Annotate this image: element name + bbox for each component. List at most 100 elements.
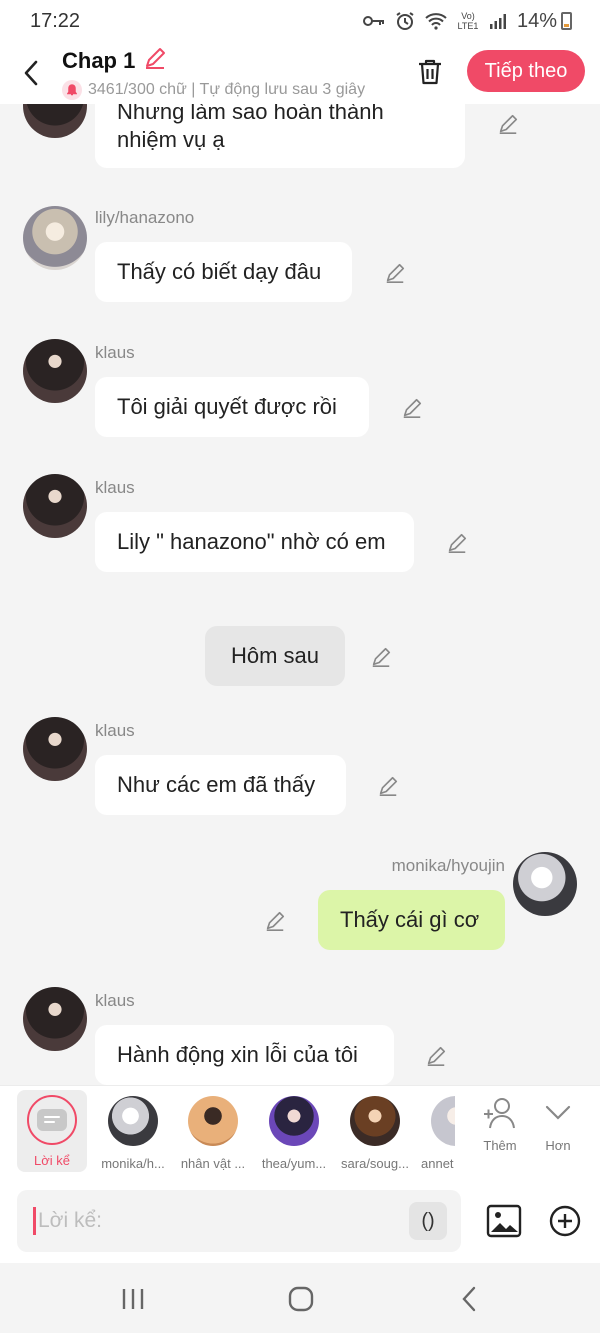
system-nav-bar <box>0 1263 600 1333</box>
chat-area[interactable]: Nhưng làm sao hoàn thành nhiệm vụ ạ lily… <box>0 104 600 1085</box>
character-item[interactable]: monika/h... <box>93 1094 173 1174</box>
message-text: Nhưng làm sao hoàn thành nhiệm vụ ạ <box>117 104 384 152</box>
add-user-icon <box>484 1098 515 1129</box>
status-time: 17:22 <box>30 9 81 32</box>
title-block: Chap 1 3461/300 chữ | Tự động lưu sau 3 … <box>62 46 392 100</box>
message-bubble[interactable]: Như các em đã thấy <box>95 755 346 815</box>
character-label: thea/yum... <box>261 1156 327 1171</box>
speaker-name: monika/hyoujin <box>391 856 505 875</box>
plus-circle-icon <box>549 1205 581 1237</box>
add-button[interactable] <box>547 1203 583 1239</box>
message-text: Thấy cái gì cơ <box>340 907 480 932</box>
next-button[interactable]: Tiếp theo <box>467 50 585 92</box>
pencil-icon[interactable] <box>496 112 520 136</box>
notification-dot-icon <box>62 80 82 100</box>
speaker-name: klaus <box>95 478 135 497</box>
add-character-button[interactable]: Thêm <box>470 1096 530 1166</box>
character-label: monika/h... <box>101 1156 165 1171</box>
avatar-klaus[interactable] <box>23 339 87 403</box>
message-bubble[interactable]: Nhưng làm sao hoàn thành nhiệm vụ ạ <box>95 104 465 168</box>
narration-icon <box>27 1095 77 1145</box>
chapter-title[interactable]: Chap 1 <box>62 48 135 74</box>
character-item[interactable]: nhân vật ... <box>173 1094 253 1174</box>
speaker-name: klaus <box>95 721 135 740</box>
more-button[interactable]: Hơn <box>528 1096 588 1166</box>
message-text: Thấy có biết dạy đâu <box>117 259 322 284</box>
chapter-subtitle: 3461/300 chữ | Tự động lưu sau 3 giây <box>88 81 366 98</box>
chevron-left-icon <box>24 60 38 86</box>
avatar-monika[interactable] <box>513 852 577 916</box>
recents-icon <box>122 1289 144 1309</box>
trash-icon <box>419 59 441 85</box>
input-placeholder: Lời kể: <box>38 1209 102 1232</box>
pencil-icon[interactable] <box>376 774 400 798</box>
alarm-icon <box>395 11 415 31</box>
message-input[interactable]: Lời kể: () <box>17 1190 461 1252</box>
edit-title-icon[interactable] <box>143 46 167 76</box>
back-button[interactable] <box>0 42 62 104</box>
avatar[interactable] <box>23 104 87 138</box>
volte-icon: Vo) LTE1 <box>457 11 479 31</box>
message-bubble[interactable]: Lily " hanazono" nhờ có em <box>95 512 414 572</box>
speaker-name: klaus <box>95 343 135 362</box>
status-bar: 17:22 Vo) LTE1 14% <box>0 0 600 42</box>
pencil-icon[interactable] <box>400 396 424 420</box>
text-cursor <box>33 1207 36 1235</box>
avatar <box>188 1096 238 1146</box>
battery-icon <box>561 12 572 30</box>
message-text: Hành động xin lỗi của tôi <box>117 1042 358 1067</box>
message-text: Tôi giải quyết được rồi <box>117 394 337 419</box>
character-item[interactable]: thea/yum... <box>254 1094 334 1174</box>
chapter-header: Chap 1 3461/300 chữ | Tự động lưu sau 3 … <box>0 42 600 104</box>
input-bar: Lời kể: () <box>0 1177 600 1263</box>
wifi-icon <box>425 12 447 30</box>
character-item[interactable]: annet <box>415 1094 455 1174</box>
image-button[interactable] <box>485 1202 523 1240</box>
signal-icon <box>489 13 507 29</box>
pencil-icon[interactable] <box>263 909 287 933</box>
battery-indicator: 14% <box>517 10 572 33</box>
message-bubble[interactable]: Tôi giải quyết được rồi <box>95 377 369 437</box>
avatar <box>431 1096 455 1146</box>
system-back-button[interactable] <box>449 1283 489 1315</box>
pencil-icon[interactable] <box>445 531 469 555</box>
home-button[interactable] <box>281 1283 321 1315</box>
pencil-icon[interactable] <box>424 1044 448 1068</box>
delete-button[interactable] <box>412 54 448 90</box>
narration-selector[interactable]: Lời kể <box>17 1090 87 1172</box>
character-selector: Lời kể monika/h... nhân vật ... thea/yum… <box>0 1085 600 1177</box>
character-label: nhân vật ... <box>180 1156 246 1171</box>
avatar <box>108 1096 158 1146</box>
character-item[interactable]: sara/soug... <box>335 1094 415 1174</box>
message-text: Như các em đã thấy <box>117 772 316 797</box>
message-bubble[interactable]: Hành động xin lỗi của tôi <box>95 1025 394 1085</box>
my-message-bubble[interactable]: Thấy cái gì cơ <box>318 890 505 950</box>
message-text: Lily " hanazono" nhờ có em <box>117 529 386 554</box>
narration-text: Hôm sau <box>230 643 320 668</box>
speaker-name: klaus <box>95 991 135 1010</box>
parentheses-button[interactable]: () <box>409 1202 447 1240</box>
add-character-label: Thêm <box>483 1138 517 1153</box>
more-label: Hơn <box>545 1138 571 1153</box>
speaker-name: lily/hanazono <box>95 208 195 227</box>
pencil-icon[interactable] <box>383 261 407 285</box>
message-bubble[interactable]: Thấy có biết dạy đâu <box>95 242 352 302</box>
battery-percent: 14% <box>516 9 557 32</box>
avatar <box>269 1096 319 1146</box>
home-icon <box>288 1286 314 1312</box>
character-label: annet <box>421 1156 454 1171</box>
status-icons: Vo) LTE1 14% <box>362 10 572 33</box>
pencil-icon[interactable] <box>369 645 393 669</box>
key-icon <box>362 14 385 28</box>
narration-bubble[interactable]: Hôm sau <box>205 626 345 686</box>
narration-label: Lời kể <box>34 1153 70 1168</box>
image-icon <box>486 1204 522 1238</box>
back-icon <box>462 1286 476 1312</box>
chevron-down-icon <box>545 1105 571 1120</box>
character-label: sara/soug... <box>341 1156 409 1171</box>
avatar-lily[interactable] <box>23 206 87 270</box>
avatar-klaus[interactable] <box>23 474 87 538</box>
avatar-klaus[interactable] <box>23 717 87 781</box>
recent-apps-button[interactable] <box>113 1283 153 1315</box>
avatar-klaus[interactable] <box>23 987 87 1051</box>
